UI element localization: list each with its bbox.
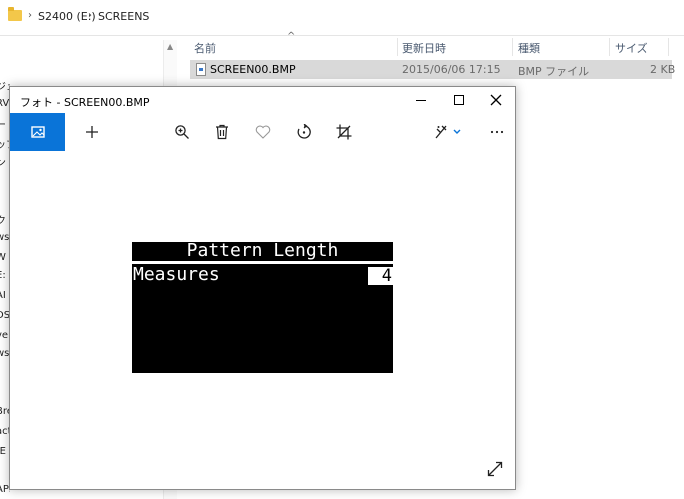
- crop-button[interactable]: [329, 113, 359, 151]
- maximize-icon: [454, 95, 464, 105]
- file-modified: 2015/06/06 17:15: [402, 63, 501, 76]
- more-options-button[interactable]: [482, 113, 512, 151]
- title-bar[interactable]: フォト - SCREEN00.BMP: [10, 87, 515, 113]
- maximize-button[interactable]: [440, 87, 478, 113]
- scroll-up-icon[interactable]: ▲: [167, 42, 173, 51]
- file-row-selected[interactable]: SCREEN00.BMP 2015/06/06 17:15 BMP ファイル 2…: [190, 60, 676, 79]
- minimize-icon: [416, 99, 426, 101]
- delete-button[interactable]: [207, 113, 237, 151]
- column-header-size[interactable]: サイズ: [615, 40, 648, 62]
- image-canvas: Pattern Length Measures 4: [10, 151, 515, 489]
- file-size: 2 KB: [650, 63, 676, 76]
- add-icon: [86, 126, 98, 138]
- bmp-file-icon: [196, 63, 206, 76]
- window-title: フォト - SCREEN00.BMP: [20, 96, 150, 109]
- favorite-icon: [255, 125, 271, 139]
- edit-icon: [435, 125, 461, 139]
- zoom-button[interactable]: [167, 113, 197, 151]
- bmp-image: Pattern Length Measures 4: [132, 242, 393, 373]
- favorite-button[interactable]: [248, 113, 278, 151]
- photos-window: フォト - SCREEN00.BMP Pattern Length Measur…: [9, 86, 516, 490]
- photo-view-icon: [30, 126, 45, 138]
- add-button[interactable]: [77, 113, 107, 151]
- view-photo-button[interactable]: [10, 113, 65, 151]
- expand-icon: [487, 461, 503, 477]
- screen-label: Measures: [133, 264, 220, 285]
- crop-icon: [336, 124, 352, 140]
- zoom-icon: [175, 125, 189, 139]
- column-header-modified[interactable]: 更新日時: [402, 40, 446, 62]
- minimize-button[interactable]: [402, 87, 440, 113]
- fullscreen-button[interactable]: [485, 459, 505, 479]
- column-divider[interactable]: [668, 38, 669, 56]
- column-header-name[interactable]: 名前: [194, 40, 216, 62]
- column-divider[interactable]: [609, 38, 610, 56]
- rotate-icon: [297, 124, 311, 139]
- screen-title: Pattern Length: [186, 240, 339, 261]
- photos-toolbar: [10, 113, 515, 151]
- delete-icon: [216, 124, 228, 140]
- breadcrumb-folder[interactable]: SCREENS: [98, 10, 149, 23]
- chevron-right-icon: ›: [28, 10, 32, 21]
- column-divider[interactable]: [512, 38, 513, 56]
- more-icon: [490, 130, 504, 134]
- file-type: BMP ファイル: [518, 65, 590, 78]
- edit-button[interactable]: [428, 113, 468, 151]
- close-icon: [490, 94, 502, 106]
- address-bar[interactable]: › S2400 (E:) › SCREENS: [0, 0, 684, 36]
- close-button[interactable]: [477, 87, 515, 113]
- file-name: SCREEN00.BMP: [210, 63, 296, 76]
- sort-ascending-icon: ^: [287, 31, 296, 42]
- column-divider[interactable]: [397, 38, 398, 56]
- column-header-type[interactable]: 種類: [518, 40, 540, 62]
- rotate-button[interactable]: [289, 113, 319, 151]
- screen-value: 4: [368, 267, 393, 285]
- folder-icon: [8, 7, 22, 21]
- chevron-right-icon: ›: [88, 10, 92, 21]
